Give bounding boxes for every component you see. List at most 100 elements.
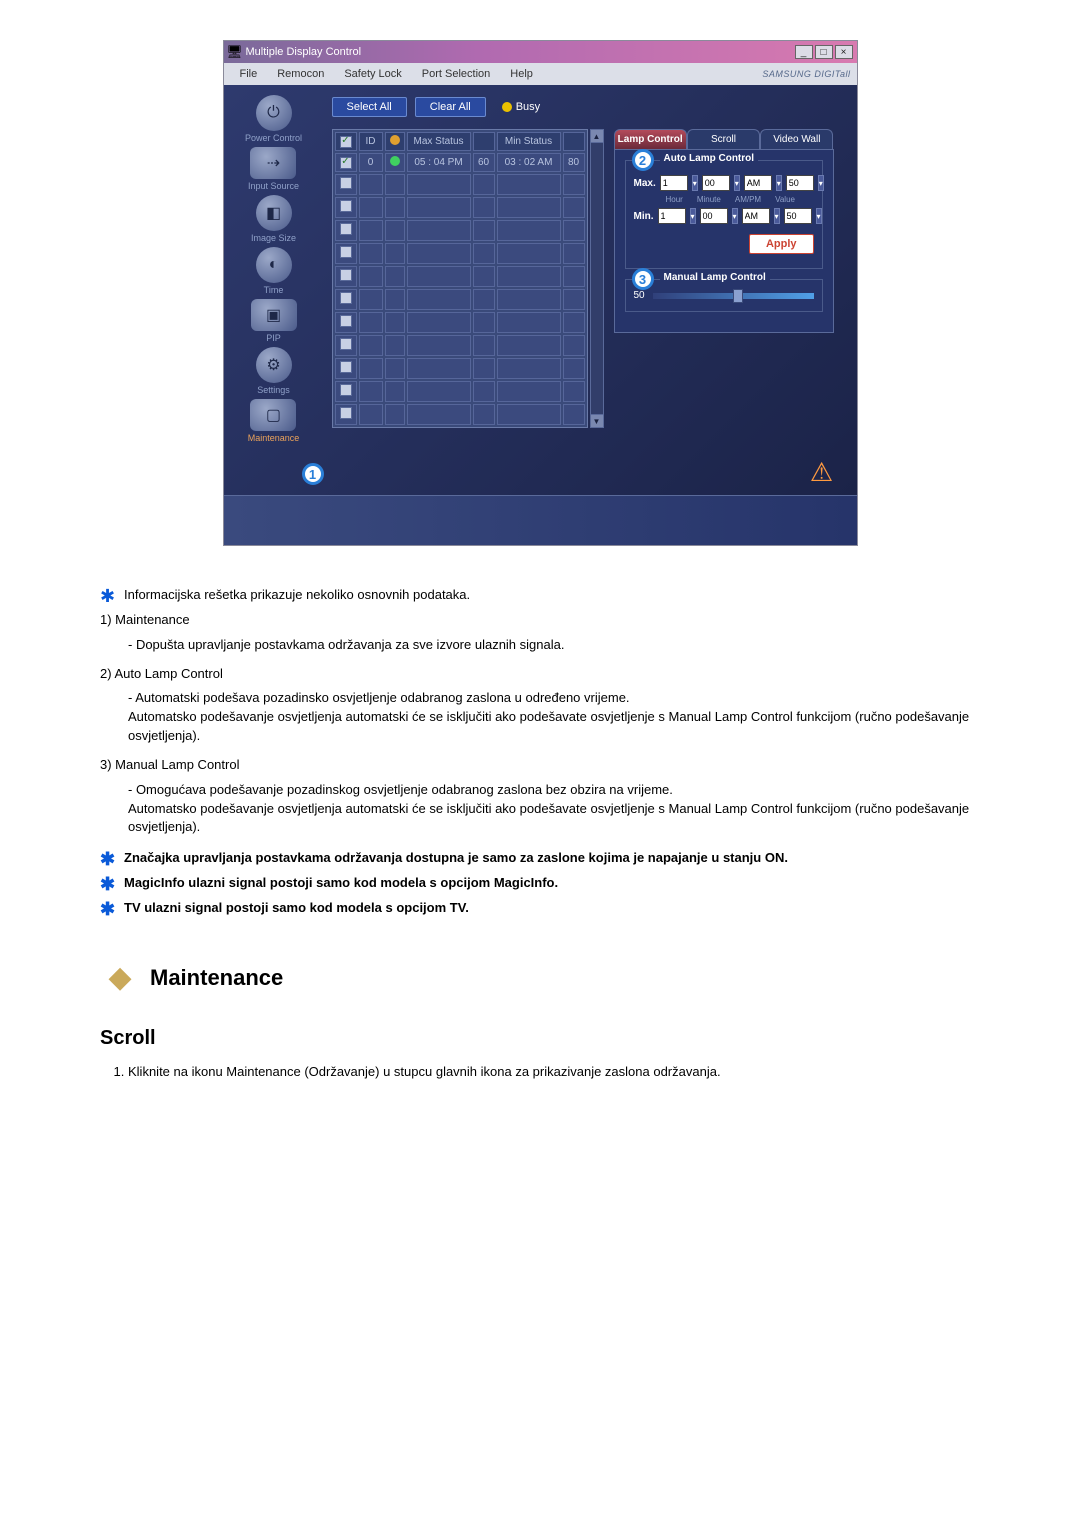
section-heading: ◆ Maintenance xyxy=(100,958,980,998)
row-checkbox[interactable] xyxy=(340,384,352,396)
image-size-icon: ◧ xyxy=(256,195,292,231)
slider-handle[interactable] xyxy=(733,289,743,303)
col-check[interactable] xyxy=(335,132,357,151)
chevron-down-icon[interactable]: ▾ xyxy=(692,175,698,191)
menu-help[interactable]: Help xyxy=(500,66,543,82)
section-title: Maintenance xyxy=(150,962,283,994)
table-row[interactable] xyxy=(335,335,585,356)
menu-remocon[interactable]: Remocon xyxy=(267,66,334,82)
row-checkbox[interactable] xyxy=(340,338,352,350)
row-checkbox[interactable] xyxy=(340,157,352,169)
apply-button[interactable]: Apply xyxy=(749,234,814,254)
tab-scroll[interactable]: Scroll xyxy=(687,129,760,149)
sidebar-item-power-control[interactable]: ⏻ Power Control xyxy=(245,95,302,143)
chevron-down-icon[interactable]: ▾ xyxy=(774,208,780,224)
table-row[interactable] xyxy=(335,312,585,333)
callout-1: 1 xyxy=(302,463,324,485)
alert-icon: ⚠ xyxy=(807,455,837,489)
lamp-slider[interactable] xyxy=(653,293,814,299)
tab-lamp-control[interactable]: Lamp Control xyxy=(614,129,687,149)
bold-note-2: ✱ MagicInfo ulazni signal postoji samo k… xyxy=(100,874,980,893)
row-checkbox[interactable] xyxy=(340,269,352,281)
min-minute-input[interactable] xyxy=(700,208,728,224)
row-checkbox[interactable] xyxy=(340,315,352,327)
chevron-down-icon[interactable]: ▾ xyxy=(816,208,822,224)
row-checkbox[interactable] xyxy=(340,177,352,189)
manual-lamp-title: Manual Lamp Control xyxy=(660,272,770,283)
table-row[interactable] xyxy=(335,266,585,287)
item-2a: - Automatski podešava pozadinsko osvjetl… xyxy=(128,689,980,708)
scroll-up-button[interactable]: ▲ xyxy=(590,129,604,143)
auto-lamp-group: 2 Auto Lamp Control Max. ▾ ▾ ▾ ▾ xyxy=(625,160,823,269)
maximize-button[interactable]: □ xyxy=(815,45,833,59)
table-row[interactable] xyxy=(335,381,585,402)
grid-scrollbar[interactable]: ▲ ▼ xyxy=(590,129,604,428)
max-minute-input[interactable] xyxy=(702,175,730,191)
row-checkbox[interactable] xyxy=(340,246,352,258)
tab-video-wall[interactable]: Video Wall xyxy=(760,129,833,149)
table-row[interactable] xyxy=(335,243,585,264)
sidebar-item-input-source[interactable]: ⇢Input Source xyxy=(248,147,299,191)
max-ampm-input[interactable] xyxy=(744,175,772,191)
table-row[interactable] xyxy=(335,289,585,310)
menu-safety-lock[interactable]: Safety Lock xyxy=(334,66,411,82)
status-icon xyxy=(390,156,400,166)
chevron-down-icon[interactable]: ▾ xyxy=(818,175,824,191)
sidebar-item-label: PIP xyxy=(266,333,281,343)
sidebar-item-label: Settings xyxy=(257,385,290,395)
step-1: Kliknite na ikonu Maintenance (Održavanj… xyxy=(128,1063,980,1082)
sidebar-item-label: Image Size xyxy=(251,233,296,243)
chevron-down-icon[interactable]: ▾ xyxy=(732,208,738,224)
table-row[interactable] xyxy=(335,197,585,218)
menu-port-selection[interactable]: Port Selection xyxy=(412,66,500,82)
min-hour-input[interactable] xyxy=(658,208,686,224)
sidebar-item-pip[interactable]: ▣ PIP xyxy=(251,299,297,343)
row-checkbox[interactable] xyxy=(340,200,352,212)
power-icon: ⏻ xyxy=(256,95,292,131)
menu-file[interactable]: File xyxy=(230,66,268,82)
row-checkbox[interactable] xyxy=(340,223,352,235)
max-hour-input[interactable] xyxy=(660,175,688,191)
gear-icon: ⚙ xyxy=(256,347,292,383)
table-row[interactable] xyxy=(335,404,585,425)
col-status xyxy=(385,132,405,151)
sidebar-item-time[interactable]: ◐Time xyxy=(256,247,292,295)
sidebar-item-label: Power Control xyxy=(245,133,302,143)
table-row[interactable] xyxy=(335,220,585,241)
maintenance-icon: ▢ xyxy=(250,399,296,431)
table-row[interactable] xyxy=(335,174,585,195)
sub-minute: Minute xyxy=(697,195,721,204)
pip-icon: ▣ xyxy=(251,299,297,331)
row-checkbox[interactable] xyxy=(340,361,352,373)
scroll-down-button[interactable]: ▼ xyxy=(590,414,604,428)
item-2: 2) Auto Lamp Control xyxy=(100,665,980,684)
max-value-input[interactable] xyxy=(786,175,814,191)
cell-min: 03 : 02 AM xyxy=(497,153,561,172)
row-checkbox[interactable] xyxy=(340,407,352,419)
chevron-down-icon[interactable]: ▾ xyxy=(734,175,740,191)
clear-all-button[interactable]: Clear All xyxy=(415,97,486,117)
time-icon: ◐ xyxy=(256,247,292,283)
sub-ampm: AM/PM xyxy=(735,195,761,204)
cube-icon: ◆ xyxy=(100,958,140,998)
minimize-button[interactable]: _ xyxy=(795,45,813,59)
select-all-button[interactable]: Select All xyxy=(332,97,407,117)
chevron-down-icon[interactable]: ▾ xyxy=(690,208,696,224)
cell-mv: 60 xyxy=(473,153,495,172)
brand-label: SAMSUNG DIGITall xyxy=(762,69,850,79)
sub-value: Value xyxy=(775,195,795,204)
table-row[interactable]: 0 05 : 04 PM 60 03 : 02 AM 80 xyxy=(335,153,585,172)
item-3a: - Omogućava podešavanje pozadinskog osvj… xyxy=(128,781,980,800)
sidebar-item-settings[interactable]: ⚙ Settings xyxy=(256,347,292,395)
row-checkbox[interactable] xyxy=(340,292,352,304)
star-icon: ✱ xyxy=(100,875,115,893)
close-button[interactable]: × xyxy=(835,45,853,59)
table-row[interactable] xyxy=(335,358,585,379)
min-ampm-input[interactable] xyxy=(742,208,770,224)
cell-nv: 80 xyxy=(563,153,585,172)
sidebar-item-maintenance[interactable]: ▢Maintenance xyxy=(248,399,300,443)
chevron-down-icon[interactable]: ▾ xyxy=(776,175,782,191)
sidebar-item-image-size[interactable]: ◧ Image Size xyxy=(251,195,296,243)
min-value-input[interactable] xyxy=(784,208,812,224)
callout-3: 3 xyxy=(632,268,654,290)
